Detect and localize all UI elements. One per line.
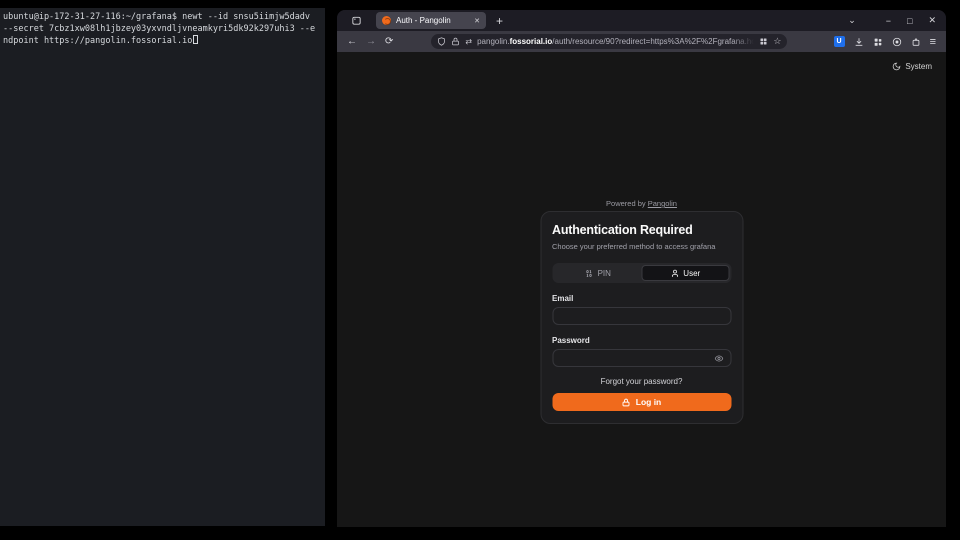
terminal-line: --secret 7cbz1xw08lh1jbzey03yxvndljvneam…	[3, 24, 322, 36]
reload-button[interactable]: ⟳	[385, 37, 393, 47]
auth-card: Authentication Required Choose your pref…	[540, 211, 743, 424]
close-window-button[interactable]: ✕	[928, 15, 936, 26]
password-field[interactable]	[552, 349, 731, 367]
tab-bar: Auth - Pangolin ✕ + ⌄ − □ ✕	[337, 10, 946, 31]
extensions-icon[interactable]	[873, 37, 883, 47]
lock-icon[interactable]	[451, 37, 460, 46]
password-label: Password	[552, 336, 731, 345]
permissions-swap-icon[interactable]: ⇄	[465, 37, 472, 46]
login-button[interactable]: Log in	[552, 393, 731, 411]
account-profile-icon[interactable]	[892, 37, 902, 47]
moon-icon	[892, 62, 901, 71]
addon-box-icon[interactable]	[911, 37, 921, 47]
page-content: System Powered by Pangolin Authenticatio…	[337, 52, 946, 527]
card-title: Authentication Required	[552, 223, 731, 237]
tab-user[interactable]: User	[642, 265, 730, 281]
list-tabs-chevron-icon[interactable]: ⌄	[848, 15, 856, 26]
maximize-button[interactable]: □	[907, 16, 912, 26]
eye-icon[interactable]	[714, 354, 723, 363]
login-lock-icon	[622, 398, 631, 407]
terminal-cursor	[193, 35, 198, 44]
card-subtitle: Choose your preferred method to access g…	[552, 242, 731, 251]
tab-pin[interactable]: PIN	[554, 265, 642, 281]
ublock-extension-icon[interactable]: U	[834, 36, 845, 47]
bookmark-star-icon[interactable]: ☆	[773, 36, 781, 47]
forgot-password-link[interactable]: Forgot your password?	[552, 377, 731, 386]
shield-icon[interactable]	[437, 37, 446, 46]
powered-by: Powered by Pangolin	[337, 199, 946, 208]
terminal-panel[interactable]: ubuntu@ip-172-31-27-116:~/grafana$ newt …	[0, 8, 325, 526]
theme-toggle[interactable]: System	[892, 62, 932, 71]
pangolin-link[interactable]: Pangolin	[648, 199, 677, 208]
new-tab-button[interactable]: +	[496, 15, 503, 27]
shortcuts-grid-icon[interactable]	[759, 37, 768, 46]
terminal-line: ubuntu@ip-172-31-27-116:~/grafana$ newt …	[3, 12, 322, 24]
url-bar[interactable]: ⇄ pangolin.fossorial.io/auth/resource/90…	[431, 34, 787, 49]
email-label: Email	[552, 294, 731, 303]
browser-toolbar: ← → ⟳ ⇄ pangolin.fossorial.io/auth/resou…	[337, 31, 946, 52]
app-menu-icon[interactable]: ≡	[930, 36, 936, 48]
url-text[interactable]: pangolin.fossorial.io/auth/resource/90?r…	[477, 37, 754, 46]
downloads-icon[interactable]	[854, 37, 864, 47]
theme-label: System	[905, 62, 932, 71]
browser-window: Auth - Pangolin ✕ + ⌄ − □ ✕ ← → ⟳ ⇄ pang…	[337, 10, 946, 527]
firefox-view-icon[interactable]	[351, 15, 362, 26]
user-icon	[670, 269, 679, 278]
auth-method-tabs: PIN User	[552, 263, 731, 283]
email-field[interactable]	[552, 307, 731, 325]
forward-button[interactable]: →	[366, 37, 376, 47]
binary-pin-icon	[585, 269, 594, 278]
minimize-button[interactable]: −	[886, 16, 891, 26]
tab-close-icon[interactable]: ✕	[474, 17, 480, 25]
tab-title: Auth - Pangolin	[396, 16, 469, 25]
pangolin-favicon-icon	[382, 16, 391, 25]
back-button[interactable]: ←	[347, 37, 357, 47]
terminal-line: ndpoint https://pangolin.fossorial.io	[3, 35, 322, 48]
tab-auth-pangolin[interactable]: Auth - Pangolin ✕	[376, 12, 486, 29]
